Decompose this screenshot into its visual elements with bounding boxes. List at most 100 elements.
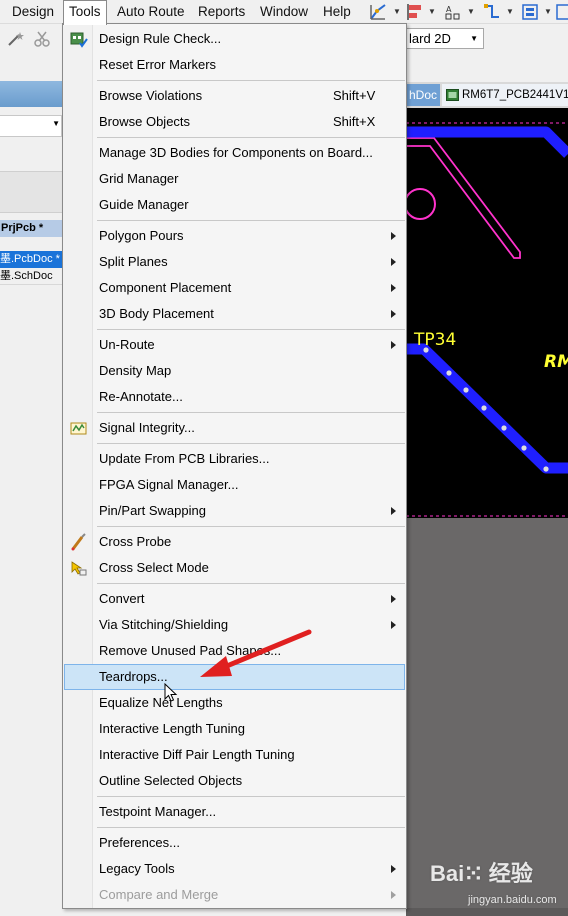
menu-item-testpoint-manager[interactable]: Testpoint Manager... — [64, 799, 405, 825]
menu-item-label: Outline Selected Objects — [99, 773, 243, 788]
menu-design[interactable]: Design — [7, 0, 59, 24]
menu-item-label: Interactive Length Tuning — [99, 721, 245, 736]
menu-item-reset-error-markers[interactable]: Reset Error Markers — [64, 52, 405, 78]
drc-icon — [70, 32, 88, 48]
menu-item-label: Browse Violations — [99, 88, 203, 103]
submenu-arrow-icon — [391, 310, 396, 318]
panel-options-band — [0, 171, 62, 213]
menu-item-preferences[interactable]: Preferences... — [64, 830, 405, 856]
menu-item-label: Cross Probe — [99, 534, 172, 549]
project-tree-item[interactable]: PrjPcb * — [0, 220, 62, 237]
pcb-artwork — [406, 122, 568, 517]
menu-item-cross-select-mode[interactable]: Cross Select Mode — [64, 555, 405, 581]
panel-header — [0, 81, 62, 107]
menu-item-design-rule-check[interactable]: Design Rule Check... — [64, 26, 405, 52]
cross-select-icon — [71, 561, 87, 576]
menu-item-legacy-tools[interactable]: Legacy Tools — [64, 856, 405, 882]
menu-item-via-stitching-shielding[interactable]: Via Stitching/Shielding — [64, 612, 405, 638]
menu-item-remove-unused-pad-shapes[interactable]: Remove Unused Pad Shapes... — [64, 638, 405, 664]
workspace-dropdown[interactable]: ▼ — [0, 115, 62, 137]
menu-item-grid-manager[interactable]: Grid Manager — [64, 166, 405, 192]
pcb-top-strip — [406, 108, 568, 120]
menu-item-label: Remove Unused Pad Shapes... — [99, 643, 282, 658]
cut-icon[interactable] — [33, 30, 51, 48]
mounting-hole — [406, 188, 436, 220]
menu-item-browse-objects[interactable]: Browse Objects Shift+X — [64, 109, 405, 135]
magic-wand-icon[interactable] — [5, 30, 25, 48]
menu-item-compare-and-merge: Compare and Merge — [64, 882, 405, 908]
submenu-arrow-icon — [391, 621, 396, 629]
menu-item-fpga-signal-manager[interactable]: FPGA Signal Manager... — [64, 472, 405, 498]
menu-item-interactive-diff-pair-length-tuning[interactable]: Interactive Diff Pair Length Tuning — [64, 742, 405, 768]
chevron-down-icon[interactable]: ▼ — [52, 119, 60, 128]
menu-item-split-planes[interactable]: Split Planes — [64, 249, 405, 275]
menu-item-teardrops[interactable]: Teardrops... — [64, 664, 405, 690]
menu-item-browse-violations[interactable]: Browse Violations Shift+V — [64, 83, 405, 109]
menu-item-polygon-pours[interactable]: Polygon Pours — [64, 223, 405, 249]
tab-schdoc[interactable]: hDoc — [406, 84, 440, 106]
menu-item-outline-selected-objects[interactable]: Outline Selected Objects — [64, 768, 405, 794]
view-select[interactable]: lard 2D ▼ — [396, 28, 484, 49]
svg-text:A: A — [446, 5, 452, 14]
menu-window[interactable]: Window — [255, 0, 313, 24]
silkscreen-label-rm: RM — [544, 352, 568, 372]
toolbar-partial-icon[interactable] — [555, 2, 568, 22]
menu-item-signal-integrity[interactable]: Signal Integrity... — [64, 415, 405, 441]
chevron-down-icon[interactable]: ▼ — [428, 7, 436, 16]
room-icon[interactable] — [520, 2, 540, 22]
menu-item-un-route[interactable]: Un-Route — [64, 332, 405, 358]
submenu-arrow-icon — [391, 595, 396, 603]
menu-item-3d-body-placement[interactable]: 3D Body Placement — [64, 301, 405, 327]
menu-item-re-annotate[interactable]: Re-Annotate... — [64, 384, 405, 410]
menu-item-equalize-net-lengths[interactable]: Equalize Net Lengths — [64, 690, 405, 716]
menu-item-manage-3d-bodies[interactable]: Manage 3D Bodies for Components on Board… — [64, 140, 405, 166]
align-icon[interactable] — [405, 2, 425, 22]
menu-separator — [97, 220, 405, 221]
menu-tools[interactable]: Tools — [63, 0, 107, 25]
place-string-icon[interactable]: A — [443, 2, 463, 22]
chevron-down-icon[interactable]: ▼ — [467, 7, 475, 16]
menu-auto-route[interactable]: Auto Route — [112, 0, 190, 24]
menu-item-density-map[interactable]: Density Map — [64, 358, 405, 384]
menu-item-update-from-pcb-libraries[interactable]: Update From PCB Libraries... — [64, 446, 405, 472]
signal-integrity-icon — [70, 422, 87, 435]
pcb-board[interactable]: TP34 RM — [406, 120, 568, 518]
watermark-logo: Bai⁙ 经验 — [430, 861, 533, 886]
menu-item-shortcut: Shift+X — [333, 114, 376, 129]
menu-item-convert[interactable]: Convert — [64, 586, 405, 612]
canvas-bottom-edge — [406, 908, 568, 916]
menu-item-pin-part-swapping[interactable]: Pin/Part Swapping — [64, 498, 405, 524]
view-select-value: lard 2D — [409, 31, 451, 46]
menu-item-component-placement[interactable]: Component Placement — [64, 275, 405, 301]
menu-item-guide-manager[interactable]: Guide Manager — [64, 192, 405, 218]
chevron-down-icon[interactable]: ▼ — [544, 7, 552, 16]
menu-item-label: Guide Manager — [99, 197, 189, 212]
place-track-icon[interactable] — [482, 2, 502, 22]
projects-panel: ▼ PrjPcb * 墨.PcbDoc * 墨.SchDoc — [0, 53, 62, 916]
tab-pcbdoc[interactable]: RM6T7_PCB2441V1.1 — [442, 84, 568, 106]
tab-pcbdoc-label: RM6T7_PCB2441V1.1 — [462, 89, 568, 101]
cross-probe-icon — [71, 533, 86, 551]
menu-separator — [97, 583, 405, 584]
menu-item-label: Split Planes — [99, 254, 168, 269]
menu-separator — [97, 526, 405, 527]
menu-item-interactive-length-tuning[interactable]: Interactive Length Tuning — [64, 716, 405, 742]
submenu-arrow-icon — [391, 341, 396, 349]
project-file-pcbdoc[interactable]: 墨.PcbDoc * — [0, 251, 62, 268]
interactive-routing-icon[interactable] — [368, 2, 388, 22]
chevron-down-icon[interactable]: ▼ — [506, 7, 514, 16]
menu-reports[interactable]: Reports — [193, 0, 250, 24]
project-file-schdoc[interactable]: 墨.SchDoc — [0, 268, 62, 285]
menu-item-label: Update From PCB Libraries... — [99, 451, 270, 466]
menu-item-label: Preferences... — [99, 835, 180, 850]
submenu-arrow-icon — [391, 891, 396, 899]
menu-item-cross-probe[interactable]: Cross Probe — [64, 529, 405, 555]
pcb-editor-canvas[interactable]: TP34 RM — [406, 108, 568, 916]
chevron-down-icon[interactable]: ▼ — [470, 29, 478, 48]
menu-help[interactable]: Help — [318, 0, 356, 24]
menu-item-shortcut: Shift+V — [333, 88, 376, 103]
via — [501, 425, 507, 431]
chevron-down-icon[interactable]: ▼ — [393, 7, 401, 16]
menu-item-label: Convert — [99, 591, 145, 606]
menu-item-label: Interactive Diff Pair Length Tuning — [99, 747, 295, 762]
